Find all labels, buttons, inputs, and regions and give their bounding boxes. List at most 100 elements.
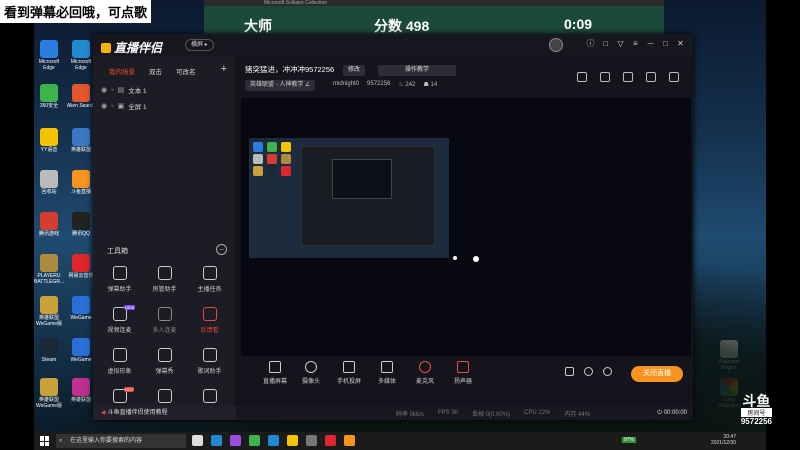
desktop-icon[interactable]: Microsoft Edge (34, 40, 64, 71)
tool-extra[interactable] (142, 389, 187, 407)
stop-live-button[interactable]: 关闭直播 (631, 366, 683, 382)
wechat-icon[interactable] (249, 435, 260, 446)
tool-video-link[interactable]: NEW 视频连麦 (97, 305, 142, 334)
taskbar-search-input[interactable]: ⌕ 在这里输入你要搜索的内容 (56, 434, 186, 448)
tab-my-scene[interactable]: 我的场景 (109, 66, 135, 78)
lock-icon[interactable]: ▫ (111, 103, 113, 110)
desktop-icon[interactable]: WeGame (66, 296, 96, 321)
gift-icon[interactable] (623, 72, 633, 82)
battery-indicator[interactable]: 97% (621, 437, 636, 443)
desktop-icon[interactable]: 网易云音乐 (66, 254, 96, 279)
desktop-icon[interactable]: YY语音 (34, 128, 64, 153)
tool-icon (202, 389, 217, 403)
source-label: 全屏 1 (128, 104, 147, 111)
source-row[interactable]: ◉ ▫ ▤ 文本 1 (101, 84, 147, 96)
tool-extra[interactable]: HOT (97, 387, 142, 407)
app-icon[interactable] (306, 435, 317, 446)
dropped-frames: 丢帧 0(0.00%) (472, 411, 511, 418)
desktop-icon[interactable]: Alien Search (66, 84, 96, 109)
viewer-count: ☗ 14 (423, 82, 438, 88)
windows-start-icon[interactable] (40, 436, 50, 446)
desktop-icon[interactable]: Microsoft Edge (66, 40, 96, 71)
eye-icon[interactable]: ◉ (101, 102, 107, 110)
toolbox-collapse-icon[interactable]: − (216, 244, 227, 255)
desktop-icon[interactable]: WeGame (66, 338, 96, 363)
record-icon[interactable] (577, 72, 587, 82)
tab-renameable[interactable]: 可改名 (176, 66, 196, 78)
camera-icon (305, 361, 317, 373)
desktop-icon[interactable]: 腾讯游戏 (34, 212, 64, 237)
record-video-icon[interactable] (565, 367, 574, 376)
app-icon[interactable] (230, 435, 241, 446)
phone-cast-button[interactable]: 手机投屏 (331, 359, 367, 385)
tool-danmu-helper[interactable]: 弹幕助手 (97, 266, 142, 293)
desktop-icon[interactable]: Steam (34, 338, 64, 363)
toolbox-grid: 弹幕助手 房管助手 主播任务 NEW 视频连麦 多人连麦 反馈看 虚拟形象 弹幕秀… (97, 266, 232, 407)
user-avatar[interactable] (549, 38, 563, 52)
desktop-icon[interactable]: 英雄联盟 (66, 378, 96, 403)
add-scene-icon[interactable]: + (221, 63, 227, 75)
netease-music-icon[interactable] (325, 435, 336, 446)
maximize-button[interactable]: □ (661, 39, 670, 48)
screen-capture-button[interactable]: 直播屏幕 (257, 359, 293, 385)
desktop-icon[interactable]: 斗鱼直播 (66, 170, 96, 195)
tool-extra[interactable] (187, 389, 232, 407)
desktop-icon[interactable]: PLAYERU BATTLEGR... (34, 254, 64, 285)
desktop-icon[interactable]: 英雄联盟 (66, 128, 96, 153)
eye-icon[interactable]: ◉ (101, 86, 107, 94)
camera-button[interactable]: 摄像头 (293, 359, 329, 385)
menu-icon[interactable]: ≡ (631, 39, 640, 48)
bell-icon[interactable] (646, 72, 656, 82)
tool-danmu-show[interactable]: 弹幕秀 (142, 348, 187, 375)
lock-icon[interactable]: ▫ (111, 87, 113, 94)
desktop-icon[interactable]: 英雄联盟 WeGame版 (34, 378, 64, 409)
orientation-mode-toggle[interactable]: 横屏 ▸ (185, 39, 214, 51)
app-titlebar[interactable]: 直播伴侣 横屏 ▸ ⓘ □ ▽ ≡ ─ □ ✕ (93, 34, 693, 56)
microphone-button[interactable]: 麦克风 (407, 359, 443, 385)
tool-feedback[interactable]: 反馈看 (187, 307, 232, 334)
edge-icon[interactable] (211, 435, 222, 446)
cpu-usage: CPU 22% (524, 410, 551, 416)
edit-title-button[interactable]: 修改 (343, 65, 366, 76)
desktop-icon[interactable]: Wallpaper Engine (714, 340, 744, 371)
share-icon[interactable] (669, 72, 679, 82)
source-row[interactable]: ◉ ▫ ▣ 全屏 1 (101, 100, 147, 112)
settings-gear-icon[interactable] (603, 367, 612, 376)
tab-double-click[interactable]: 双击 (149, 66, 162, 78)
tool-host-tasks[interactable]: 主播任务 (187, 266, 232, 293)
filter-icon[interactable]: ▽ (616, 39, 625, 48)
tool-icon (157, 266, 172, 280)
desktop-icon[interactable]: 英雄联盟 WeGame版 (34, 296, 64, 327)
system-clock[interactable]: 20:47 2021/12/30 (711, 434, 736, 446)
category-selector[interactable]: 英雄联盟 - 人神教学 ∠ (245, 80, 316, 91)
tool-multi-link[interactable]: 多人连麦 (142, 307, 187, 334)
new-badge: NEW (124, 305, 136, 310)
tool-lyrics[interactable]: 歌词助手 (187, 348, 232, 375)
solitaire-titlebar: Microsoft Solitaire Collection (204, 0, 664, 6)
desktop-icon[interactable]: Lively Wallpaper (714, 378, 744, 409)
solitaire-level: 大师 (244, 18, 272, 34)
douyu-icon[interactable] (344, 435, 355, 446)
desktop-icon[interactable]: 回收站 (34, 170, 64, 195)
folder-icon[interactable] (287, 435, 298, 446)
speaker-button[interactable]: 扬声器 (445, 359, 481, 385)
close-button[interactable]: ✕ (676, 39, 685, 48)
scene-tabs: 我的场景 双击 可改名 + (109, 63, 227, 78)
room-id: 9572256 (367, 81, 391, 87)
tutorial-link[interactable]: ◀ 斗鱼直播伴侣使用教程 (93, 406, 236, 420)
ops-tutorial-button[interactable]: 操作教学 (378, 65, 456, 76)
media-button[interactable]: 多媒体 (369, 359, 405, 385)
minimize-button[interactable]: ─ (646, 39, 655, 48)
skin-icon[interactable]: □ (601, 39, 610, 48)
task-view-icon[interactable] (192, 435, 203, 446)
tool-room-admin[interactable]: 房管助手 (142, 266, 187, 293)
eye-icon[interactable] (584, 367, 593, 376)
app-icon[interactable] (268, 435, 279, 446)
tool-avatar[interactable]: 虚拟形象 (97, 348, 142, 375)
taskbar: ⌕ 在这里输入你要搜索的内容 97% 20:47 2021/12/30 (34, 432, 766, 450)
share-room-icon[interactable] (600, 72, 610, 82)
desktop-icon[interactable]: 360安全 (34, 84, 64, 109)
phone-icon (343, 361, 355, 373)
desktop-icon[interactable]: 腾讯QQ (66, 212, 96, 237)
info-icon[interactable]: ⓘ (586, 39, 595, 48)
